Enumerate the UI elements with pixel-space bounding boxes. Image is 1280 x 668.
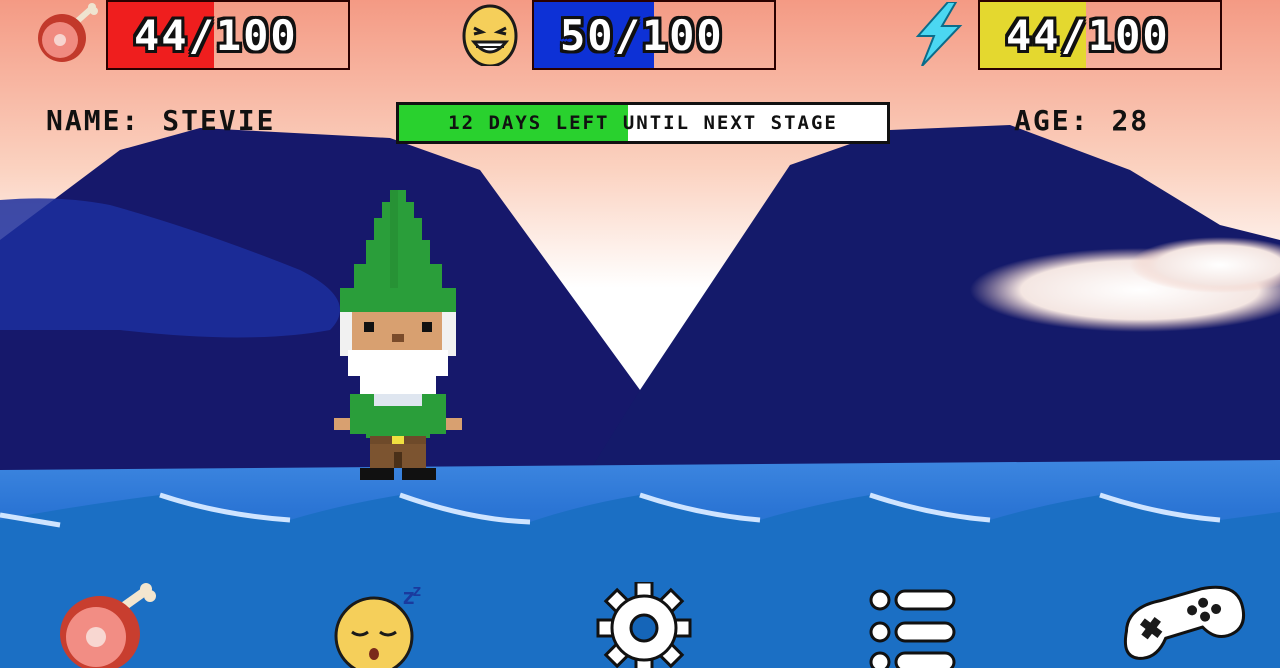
settings-button[interactable] [594, 580, 694, 668]
meat-icon [34, 2, 98, 66]
stage-progress-bar: 12 DAYS LEFT UNTIL NEXT STAGE [396, 102, 890, 144]
stage-progress-text: 12 DAYS LEFT UNTIL NEXT STAGE [448, 112, 838, 134]
svg-text:z: z [412, 582, 422, 600]
play-button[interactable] [1114, 582, 1248, 668]
age-value: 28 [1111, 104, 1150, 137]
name-label: NAME: [46, 104, 141, 137]
hunger-value: 44/100 [134, 11, 298, 60]
happiness-value: 50/100 [560, 11, 724, 60]
gnome-pet[interactable] [330, 190, 464, 480]
meat-icon [56, 583, 156, 668]
grinning-face-icon [460, 2, 524, 68]
list-icon [864, 589, 964, 668]
scene-background [0, 0, 1280, 668]
pet-name: NAME: STEVIE [46, 104, 275, 138]
gamepad-icon [1114, 585, 1248, 668]
feed-button[interactable] [56, 582, 156, 668]
pet-age: AGE: 28 [1014, 104, 1149, 138]
gear-icon [594, 580, 694, 668]
name-value: STEVIE [162, 104, 276, 137]
menu-button[interactable] [864, 582, 964, 668]
age-label: AGE: [1014, 104, 1090, 137]
lightning-bolt-icon [904, 1, 968, 67]
sleeping-face-icon: z z [332, 581, 432, 668]
landscape [0, 0, 1280, 668]
energy-value: 44/100 [1006, 11, 1170, 60]
sleep-button[interactable]: z z [332, 581, 432, 668]
